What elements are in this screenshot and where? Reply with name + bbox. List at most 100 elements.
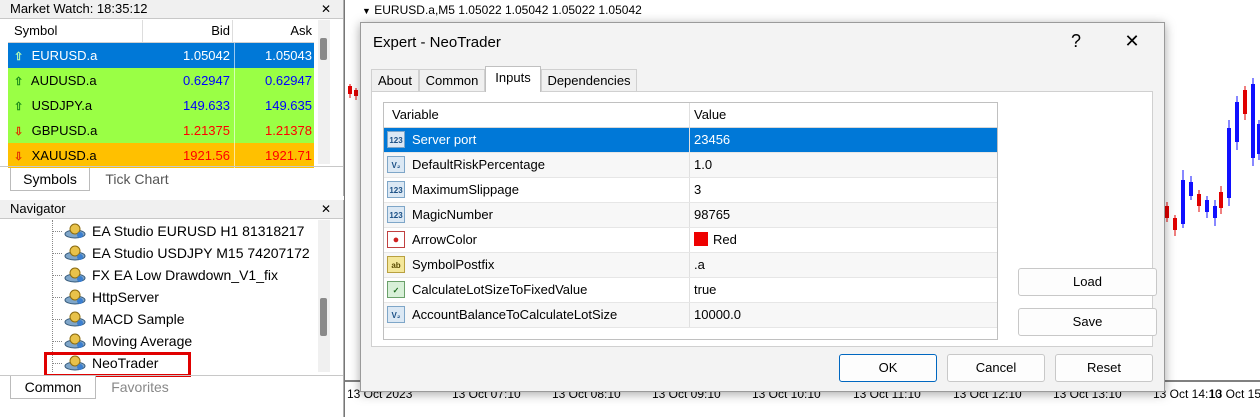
input-value[interactable]: 98765 [694,203,730,227]
input-row[interactable]: 123 Server port 23456 [384,128,997,153]
market-watch-row[interactable]: ⇧ AUDUSD.a 0.62947 0.62947 [8,68,314,93]
input-value-text: Red [713,232,737,247]
arrow-up-icon: ⇧ [14,101,24,113]
input-value-text: 23456 [694,132,731,147]
input-row[interactable]: ✓ CalculateLotSizeToFixedValue true [384,278,997,303]
close-button[interactable]: ✕ [1117,31,1147,52]
navigator-title-bar: Navigator ✕ [0,200,343,219]
navigator-item-label: EA Studio EURUSD H1 81318217 [92,223,305,239]
column-header-bid[interactable]: Bid [148,20,230,42]
expert-advisor-icon [64,245,86,261]
color-swatch [694,232,708,246]
navigator-scrollbar[interactable] [318,220,330,372]
time-axis-label: 13 Oct 15:10 [1209,387,1260,401]
input-value[interactable]: Red [694,228,737,252]
close-icon[interactable]: ✕ [319,200,333,218]
symbol-name: AUDUSD.a [30,73,97,88]
navigator-title: Navigator [10,201,66,216]
input-value-text: 10000.0 [694,307,741,322]
column-header-symbol[interactable]: Symbol [14,20,57,42]
input-name: Server port [412,132,477,147]
bid-cell: 1.05042 [183,48,230,63]
cancel-button[interactable]: Cancel [947,354,1045,382]
tab-common[interactable]: Common [419,69,485,92]
double-icon: V₂ [387,306,405,323]
bid-cell: 1.21375 [183,123,230,138]
column-header-value[interactable]: Value [694,103,726,127]
input-row[interactable]: ● ArrowColor Red [384,228,997,253]
bid-cell: 1921.56 [183,148,230,163]
integer-icon: 123 [387,181,405,198]
navigator-item-label: HttpServer [92,289,159,305]
input-row[interactable]: ab SymbolPostfix .a [384,253,997,278]
expert-advisor-icon [64,267,86,283]
input-name: MaximumSlippage [412,182,519,197]
market-watch-row[interactable]: ⇩ XAUUSD.a 1921.56 1921.71 [8,143,314,168]
load-button[interactable]: Load [1018,268,1157,296]
market-watch-header: Symbol Bid Ask [8,20,314,43]
column-header-ask[interactable]: Ask [234,20,312,42]
input-row[interactable]: V₂ AccountBalanceToCalculateLotSize 10000.… [384,303,997,328]
market-watch-panel: Market Watch: 18:35:12 ✕ Symbol Bid Ask … [0,0,344,196]
expert-advisor-icon [64,311,86,327]
input-value-text: 1.0 [694,157,713,172]
input-row[interactable]: V₂ DefaultRiskPercentage 1.0 [384,153,997,178]
input-name: CalculateLotSizeToFixedValue [412,282,588,297]
expert-dialog: Expert - NeoTrader ? ✕ About Common Inpu… [360,22,1165,392]
arrow-up-icon: ⇧ [14,76,24,88]
bid-cell: 0.62947 [183,73,230,88]
tab-inputs[interactable]: Inputs [485,66,541,92]
tab-common[interactable]: Common [10,376,96,399]
market-watch-scrollbar[interactable] [318,20,330,164]
market-watch-title: Market Watch: 18:35:12 [10,1,148,16]
expert-advisor-icon [64,333,86,349]
input-name: SymbolPostfix [412,257,495,272]
input-value[interactable]: 1.0 [694,153,712,177]
column-header-variable[interactable]: Variable [392,103,439,127]
market-watch-row[interactable]: ⇧ EURUSD.a 1.05042 1.05043 [8,43,314,68]
navigator-tabs: Common Favorites [8,376,338,400]
navigator-item-label: FX EA Low Drawdown_V1_fix [92,267,278,283]
input-row[interactable]: 123 MaximumSlippage 3 [384,178,997,203]
ask-cell: 1.21378 [265,123,312,138]
highlight-box [44,352,191,377]
input-row[interactable]: 123 MagicNumber 98765 [384,203,997,228]
input-value-text: 3 [694,182,702,197]
input-value[interactable]: 23456 [694,128,730,152]
tab-tick-chart[interactable]: Tick Chart [94,168,180,190]
market-watch-row[interactable]: ⇧ USDJPY.a 149.633 149.635 [8,93,314,118]
expert-advisor-icon [64,289,86,305]
help-button[interactable]: ? [1061,31,1091,52]
ask-cell: 1921.71 [265,148,312,163]
tab-dependencies[interactable]: Dependencies [541,69,637,92]
dialog-title: Expert - NeoTrader [373,34,501,51]
input-value-text: 98765 [694,207,731,222]
ok-button[interactable]: OK [839,354,937,382]
symbol-cell: ⇧ AUDUSD.a [14,68,97,95]
input-value[interactable]: .a [694,253,705,277]
integer-icon: 123 [387,206,405,223]
bool-icon: ✓ [387,281,405,298]
ask-cell: 0.62947 [265,73,312,88]
chart-title: ▼ EURUSD.a,M5 1.05022 1.05042 1.05022 1.… [362,3,642,17]
symbol-name: USDJPY.a [31,98,93,113]
tab-symbols[interactable]: Symbols [10,168,90,191]
input-value[interactable]: 10000.0 [694,303,741,327]
inputs-panel: Variable Value 123 Server port 23456 V₂ Defa… [371,91,1157,347]
input-value[interactable]: 3 [694,178,701,202]
symbol-cell: ⇩ GBPUSD.a [14,118,97,145]
market-watch-row[interactable]: ⇩ GBPUSD.a 1.21375 1.21378 [8,118,314,143]
tab-about[interactable]: About [371,69,419,92]
reset-button[interactable]: Reset [1055,354,1153,382]
symbol-cell: ⇧ USDJPY.a [14,93,92,120]
chart-title-text: EURUSD.a,M5 1.05022 1.05042 1.05022 1.05… [374,3,642,17]
inputs-grid: Variable Value 123 Server port 23456 V₂ Defa… [383,102,998,340]
candles-left [348,84,358,100]
close-icon[interactable]: ✕ [319,0,333,18]
input-value-text: .a [694,257,705,272]
symbol-cell: ⇧ EURUSD.a [14,43,97,70]
tab-favorites[interactable]: Favorites [100,376,180,398]
save-button[interactable]: Save [1018,308,1157,336]
input-value[interactable]: true [694,278,716,302]
integer-icon: 123 [387,131,405,148]
